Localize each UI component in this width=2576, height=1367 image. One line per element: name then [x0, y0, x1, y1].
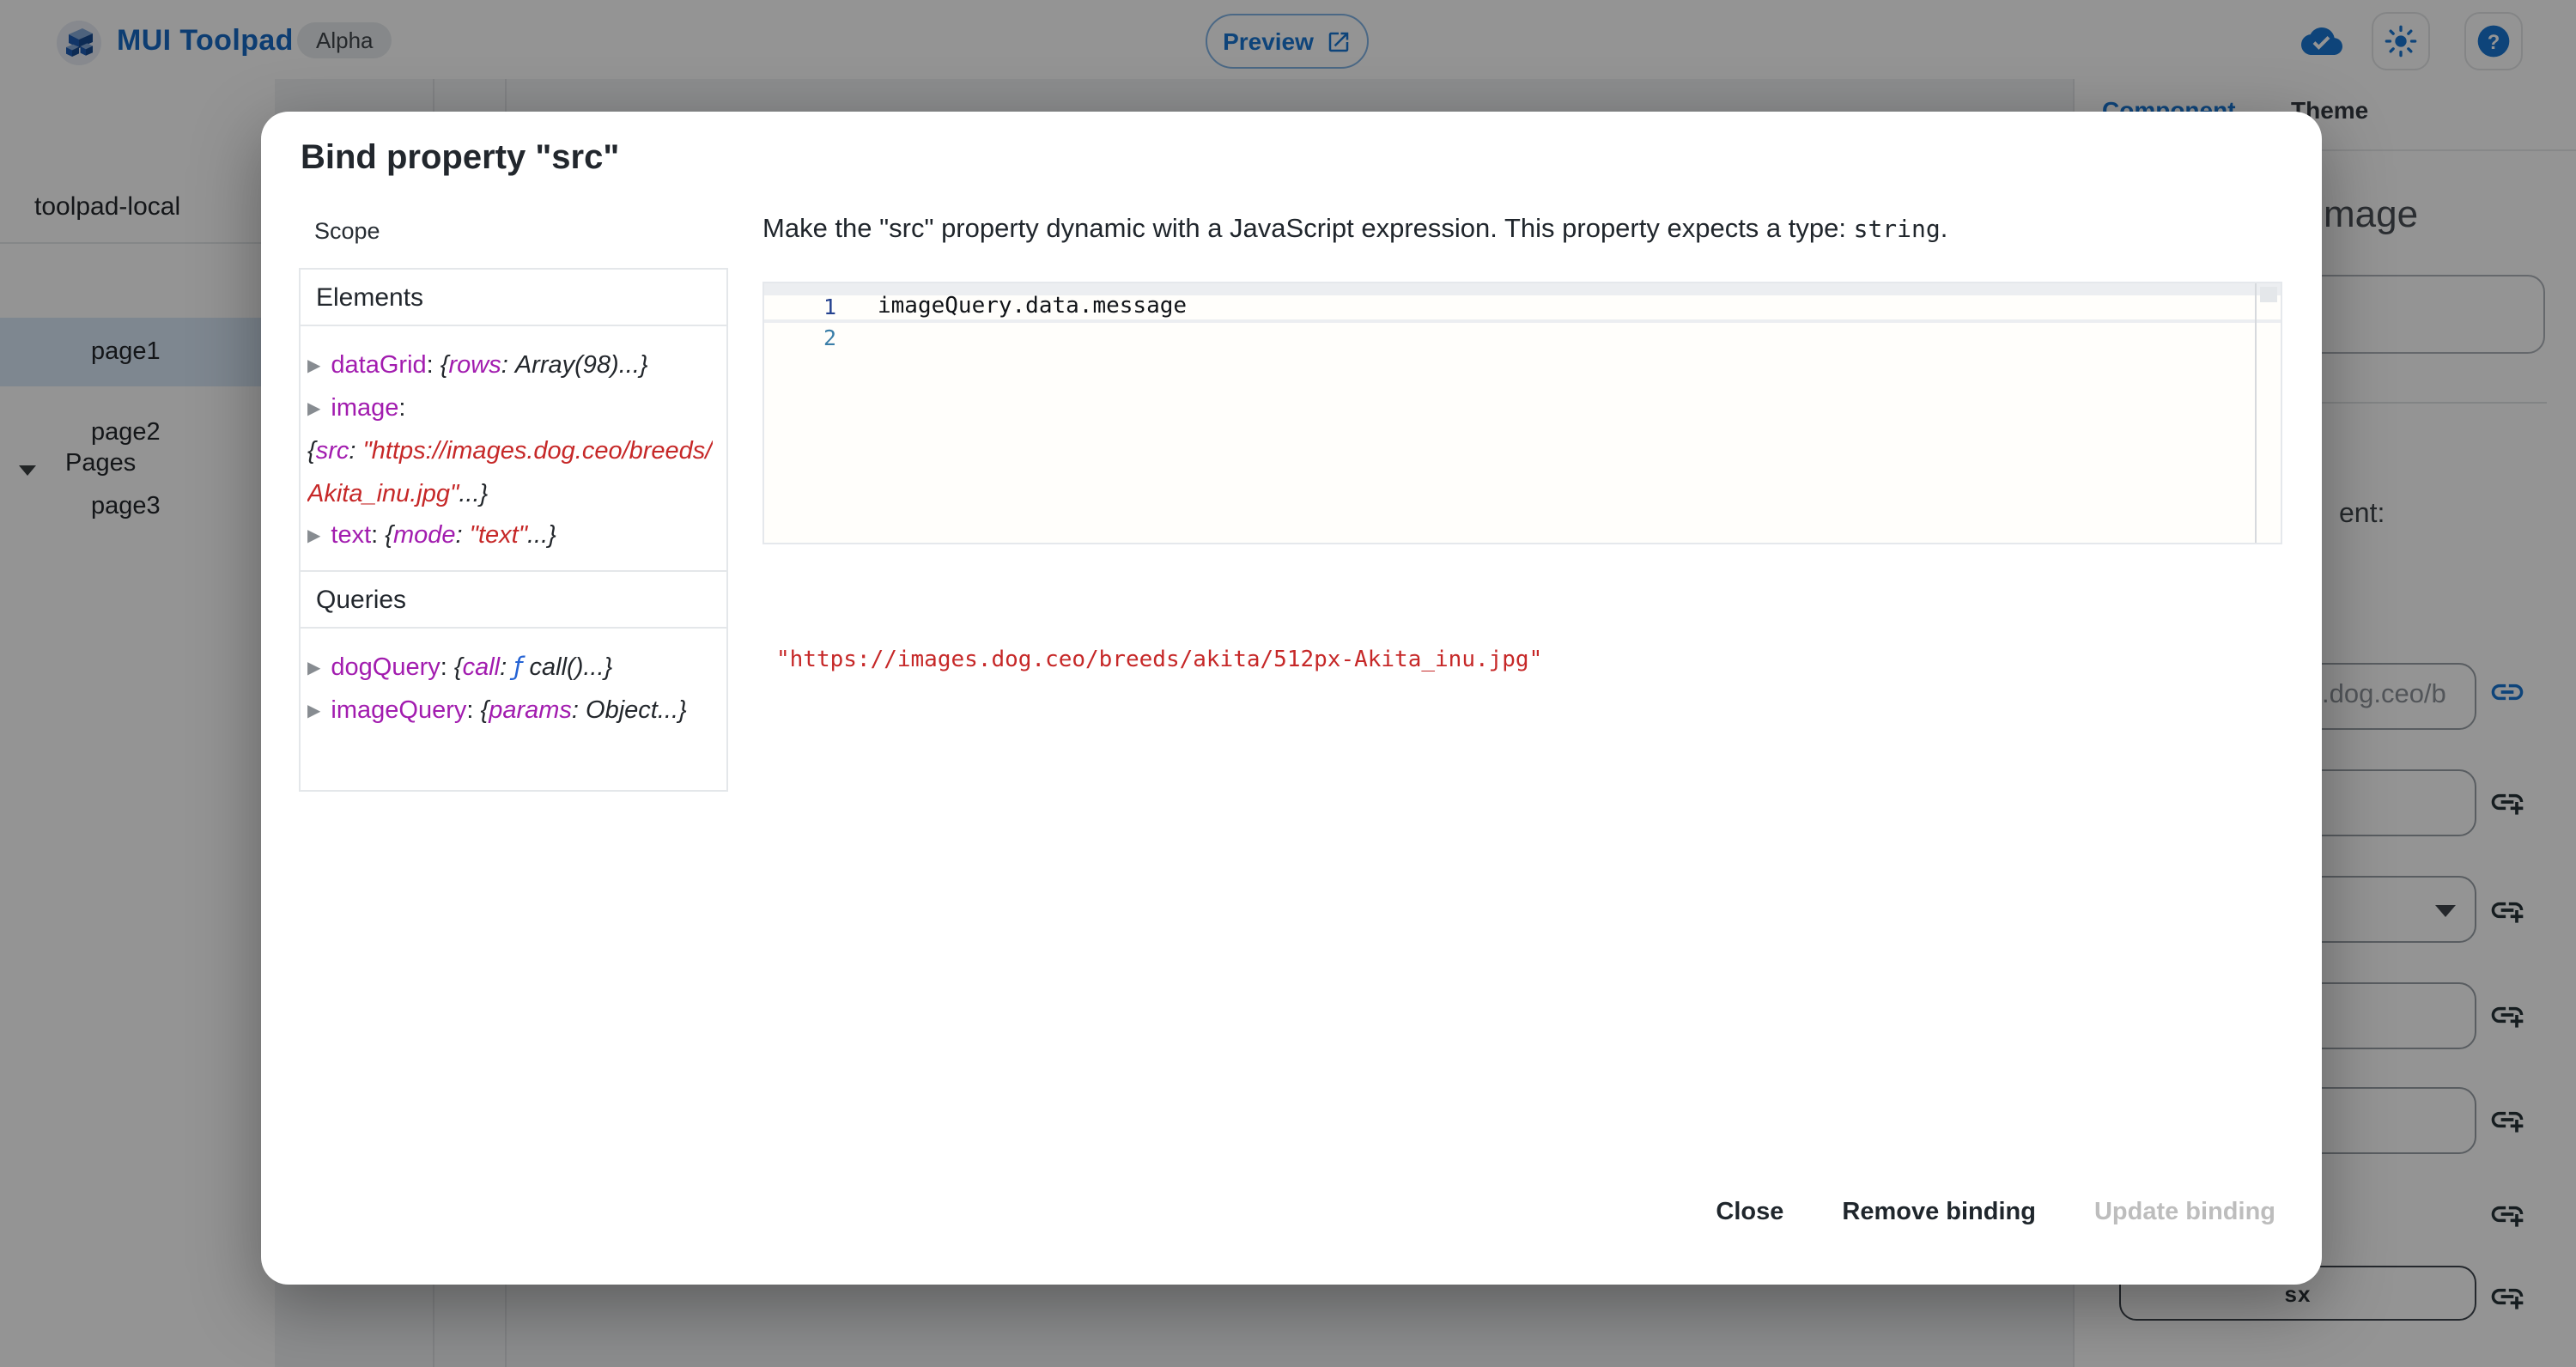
- dialog-actions: Close Remove binding Update binding: [261, 1187, 2296, 1238]
- description-type: string: [1854, 216, 1941, 244]
- tree-expand-icon[interactable]: ▶: [307, 399, 320, 418]
- scope-label: Scope: [314, 218, 380, 244]
- tree-expand-icon[interactable]: ▶: [307, 659, 320, 677]
- tree-expand-icon[interactable]: ▶: [307, 526, 320, 545]
- tree-expand-icon[interactable]: ▶: [307, 702, 320, 720]
- update-binding-button[interactable]: Update binding: [2074, 1187, 2296, 1238]
- description-suffix: .: [1941, 215, 1948, 244]
- editor-scrollbar-corner: [2260, 287, 2277, 302]
- scope-item-image[interactable]: ▶image: {src: "https://images.dog.ceo/br…: [307, 388, 713, 515]
- scope-item-text[interactable]: ▶text: {mode: "text"...}: [307, 515, 713, 558]
- scope-item-dogQuery[interactable]: ▶dogQuery: {call: ƒ call()...}: [307, 647, 713, 690]
- evaluated-result: "https://images.dog.ceo/breeds/akita/512…: [776, 647, 1542, 673]
- editor-scrollbar-track[interactable]: [2255, 283, 2257, 543]
- description-text: Make the "src" property dynamic with a J…: [762, 215, 1854, 244]
- toolpad-app: MUI Toolpad Alpha Preview: [0, 0, 2576, 1367]
- scope-item-imageQuery[interactable]: ▶imageQuery: {params: Object...}: [307, 690, 713, 733]
- elements-list: ▶dataGrid: {rows: Array(98)...} ▶image: …: [301, 326, 726, 572]
- dialog-title: Bind property "src": [301, 139, 619, 179]
- bind-property-dialog: Bind property "src" Scope Elements ▶data…: [261, 112, 2322, 1285]
- queries-header: Queries: [301, 572, 726, 629]
- tree-expand-icon[interactable]: ▶: [307, 356, 320, 375]
- queries-list: ▶dogQuery: {call: ƒ call()...} ▶imageQue…: [301, 629, 726, 745]
- scope-item-dataGrid[interactable]: ▶dataGrid: {rows: Array(98)...}: [307, 345, 713, 388]
- scope-panel: Elements ▶dataGrid: {rows: Array(98)...}…: [299, 268, 728, 792]
- close-button[interactable]: Close: [1695, 1187, 1804, 1238]
- line-number-1: 1: [764, 294, 836, 319]
- line-number-2: 2: [764, 325, 836, 350]
- remove-binding-button[interactable]: Remove binding: [1821, 1187, 2057, 1238]
- elements-header: Elements: [301, 270, 726, 326]
- expression-editor[interactable]: 1 2 imageQuery.data.message: [762, 282, 2282, 544]
- bind-description: Make the "src" property dynamic with a J…: [762, 215, 2282, 246]
- expression-code: imageQuery.data.message: [878, 294, 1187, 319]
